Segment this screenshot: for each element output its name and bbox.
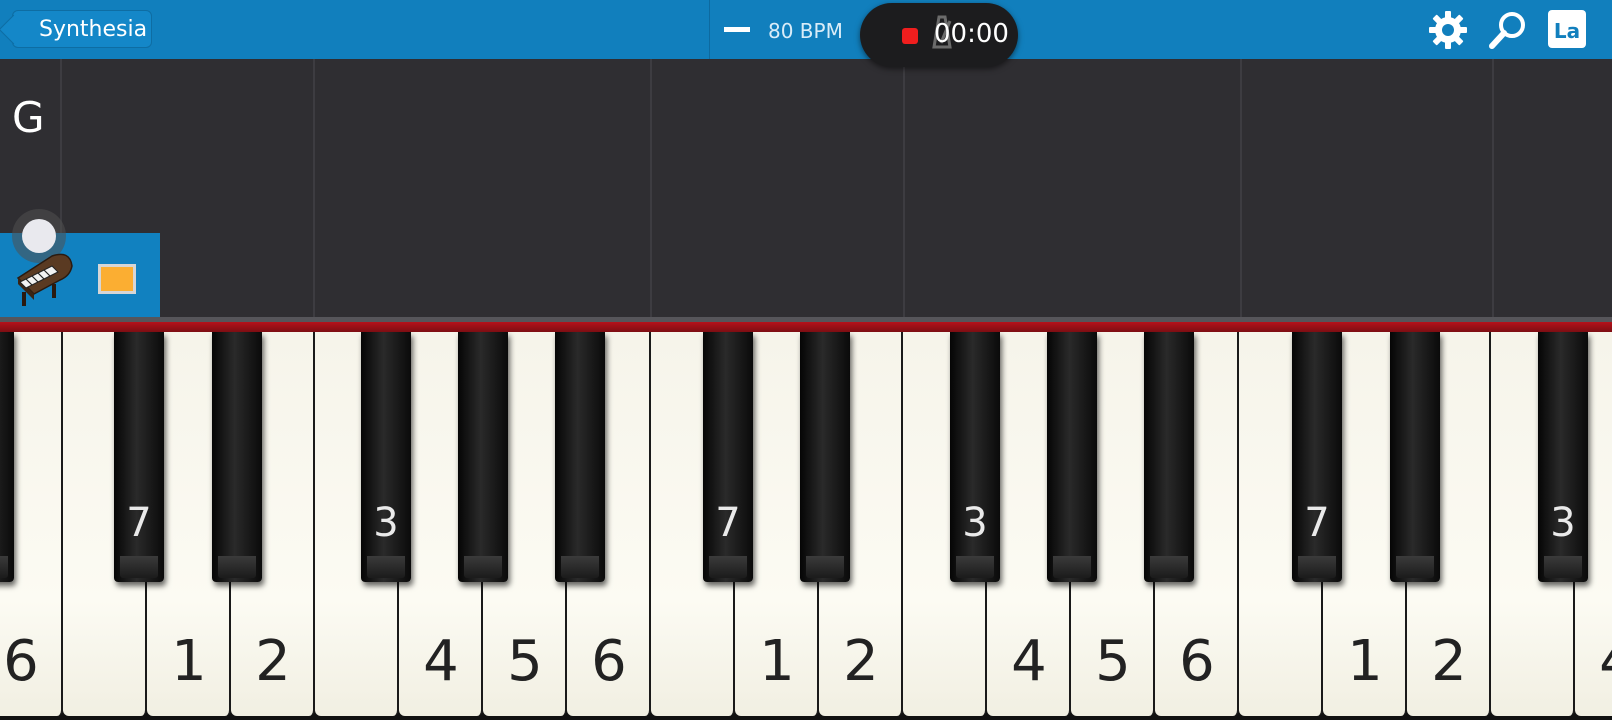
back-button[interactable]: Synthesia: [12, 10, 152, 48]
black-key[interactable]: [555, 332, 605, 582]
white-key-number: 5: [507, 629, 543, 694]
black-key[interactable]: 7: [703, 332, 753, 582]
language-button[interactable]: La: [1548, 10, 1586, 48]
bar-line: [1492, 59, 1494, 317]
black-key[interactable]: 3: [950, 332, 1000, 582]
keyboard-red-felt: [0, 322, 1612, 332]
white-key-number: 6: [1179, 629, 1215, 694]
white-key-number: 1: [1347, 629, 1383, 694]
record-timer: 00:00: [934, 19, 1009, 49]
black-key[interactable]: [212, 332, 262, 582]
bar-line: [1240, 59, 1242, 317]
divider: [709, 0, 710, 59]
white-key-number: 4: [1575, 629, 1612, 694]
tempo-label: 80 BPM: [768, 19, 843, 43]
note-lane-area: G: [0, 59, 1612, 317]
record-icon[interactable]: [902, 28, 918, 44]
search-icon[interactable]: [1488, 10, 1528, 50]
track-color-swatch[interactable]: [98, 264, 136, 294]
black-key[interactable]: 3: [361, 332, 411, 582]
black-key[interactable]: [0, 332, 14, 582]
white-key-number: 4: [423, 629, 459, 694]
black-key-number: 7: [126, 500, 152, 546]
white-key-number: 1: [759, 629, 795, 694]
black-key[interactable]: [458, 332, 508, 582]
white-key-number: 2: [843, 629, 879, 694]
black-key[interactable]: 7: [114, 332, 164, 582]
white-key-number: 4: [1011, 629, 1047, 694]
tempo-decrease-button[interactable]: [724, 27, 750, 32]
white-key-number: 6: [591, 629, 627, 694]
black-key[interactable]: 3: [1538, 332, 1588, 582]
bar-line: [650, 59, 652, 317]
white-key-number: 2: [1431, 629, 1467, 694]
black-key[interactable]: [1390, 332, 1440, 582]
white-key-number: 2: [255, 629, 291, 694]
black-key[interactable]: [800, 332, 850, 582]
white-key-number: 5: [1095, 629, 1131, 694]
bar-line: [903, 59, 905, 317]
bar-line: [313, 59, 315, 317]
white-key-number: 1: [171, 629, 207, 694]
black-key-number: 7: [715, 500, 741, 546]
black-key[interactable]: [1144, 332, 1194, 582]
black-key-number: 3: [1550, 500, 1576, 546]
black-key-number: 3: [373, 500, 399, 546]
settings-gear-icon[interactable]: [1428, 10, 1468, 50]
black-key-number: 7: [1304, 500, 1330, 546]
black-key[interactable]: [1047, 332, 1097, 582]
white-key-number: 6: [3, 629, 39, 694]
piano-keyboard: 61245612456124737373: [0, 332, 1612, 720]
top-bar: Synthesia 80 BPM La: [0, 0, 1612, 59]
key-signature-label: G: [12, 93, 45, 142]
grand-piano-icon[interactable]: [12, 248, 76, 308]
black-key[interactable]: 7: [1292, 332, 1342, 582]
record-controls[interactable]: 00:00: [860, 3, 1018, 67]
black-key-number: 3: [962, 500, 988, 546]
